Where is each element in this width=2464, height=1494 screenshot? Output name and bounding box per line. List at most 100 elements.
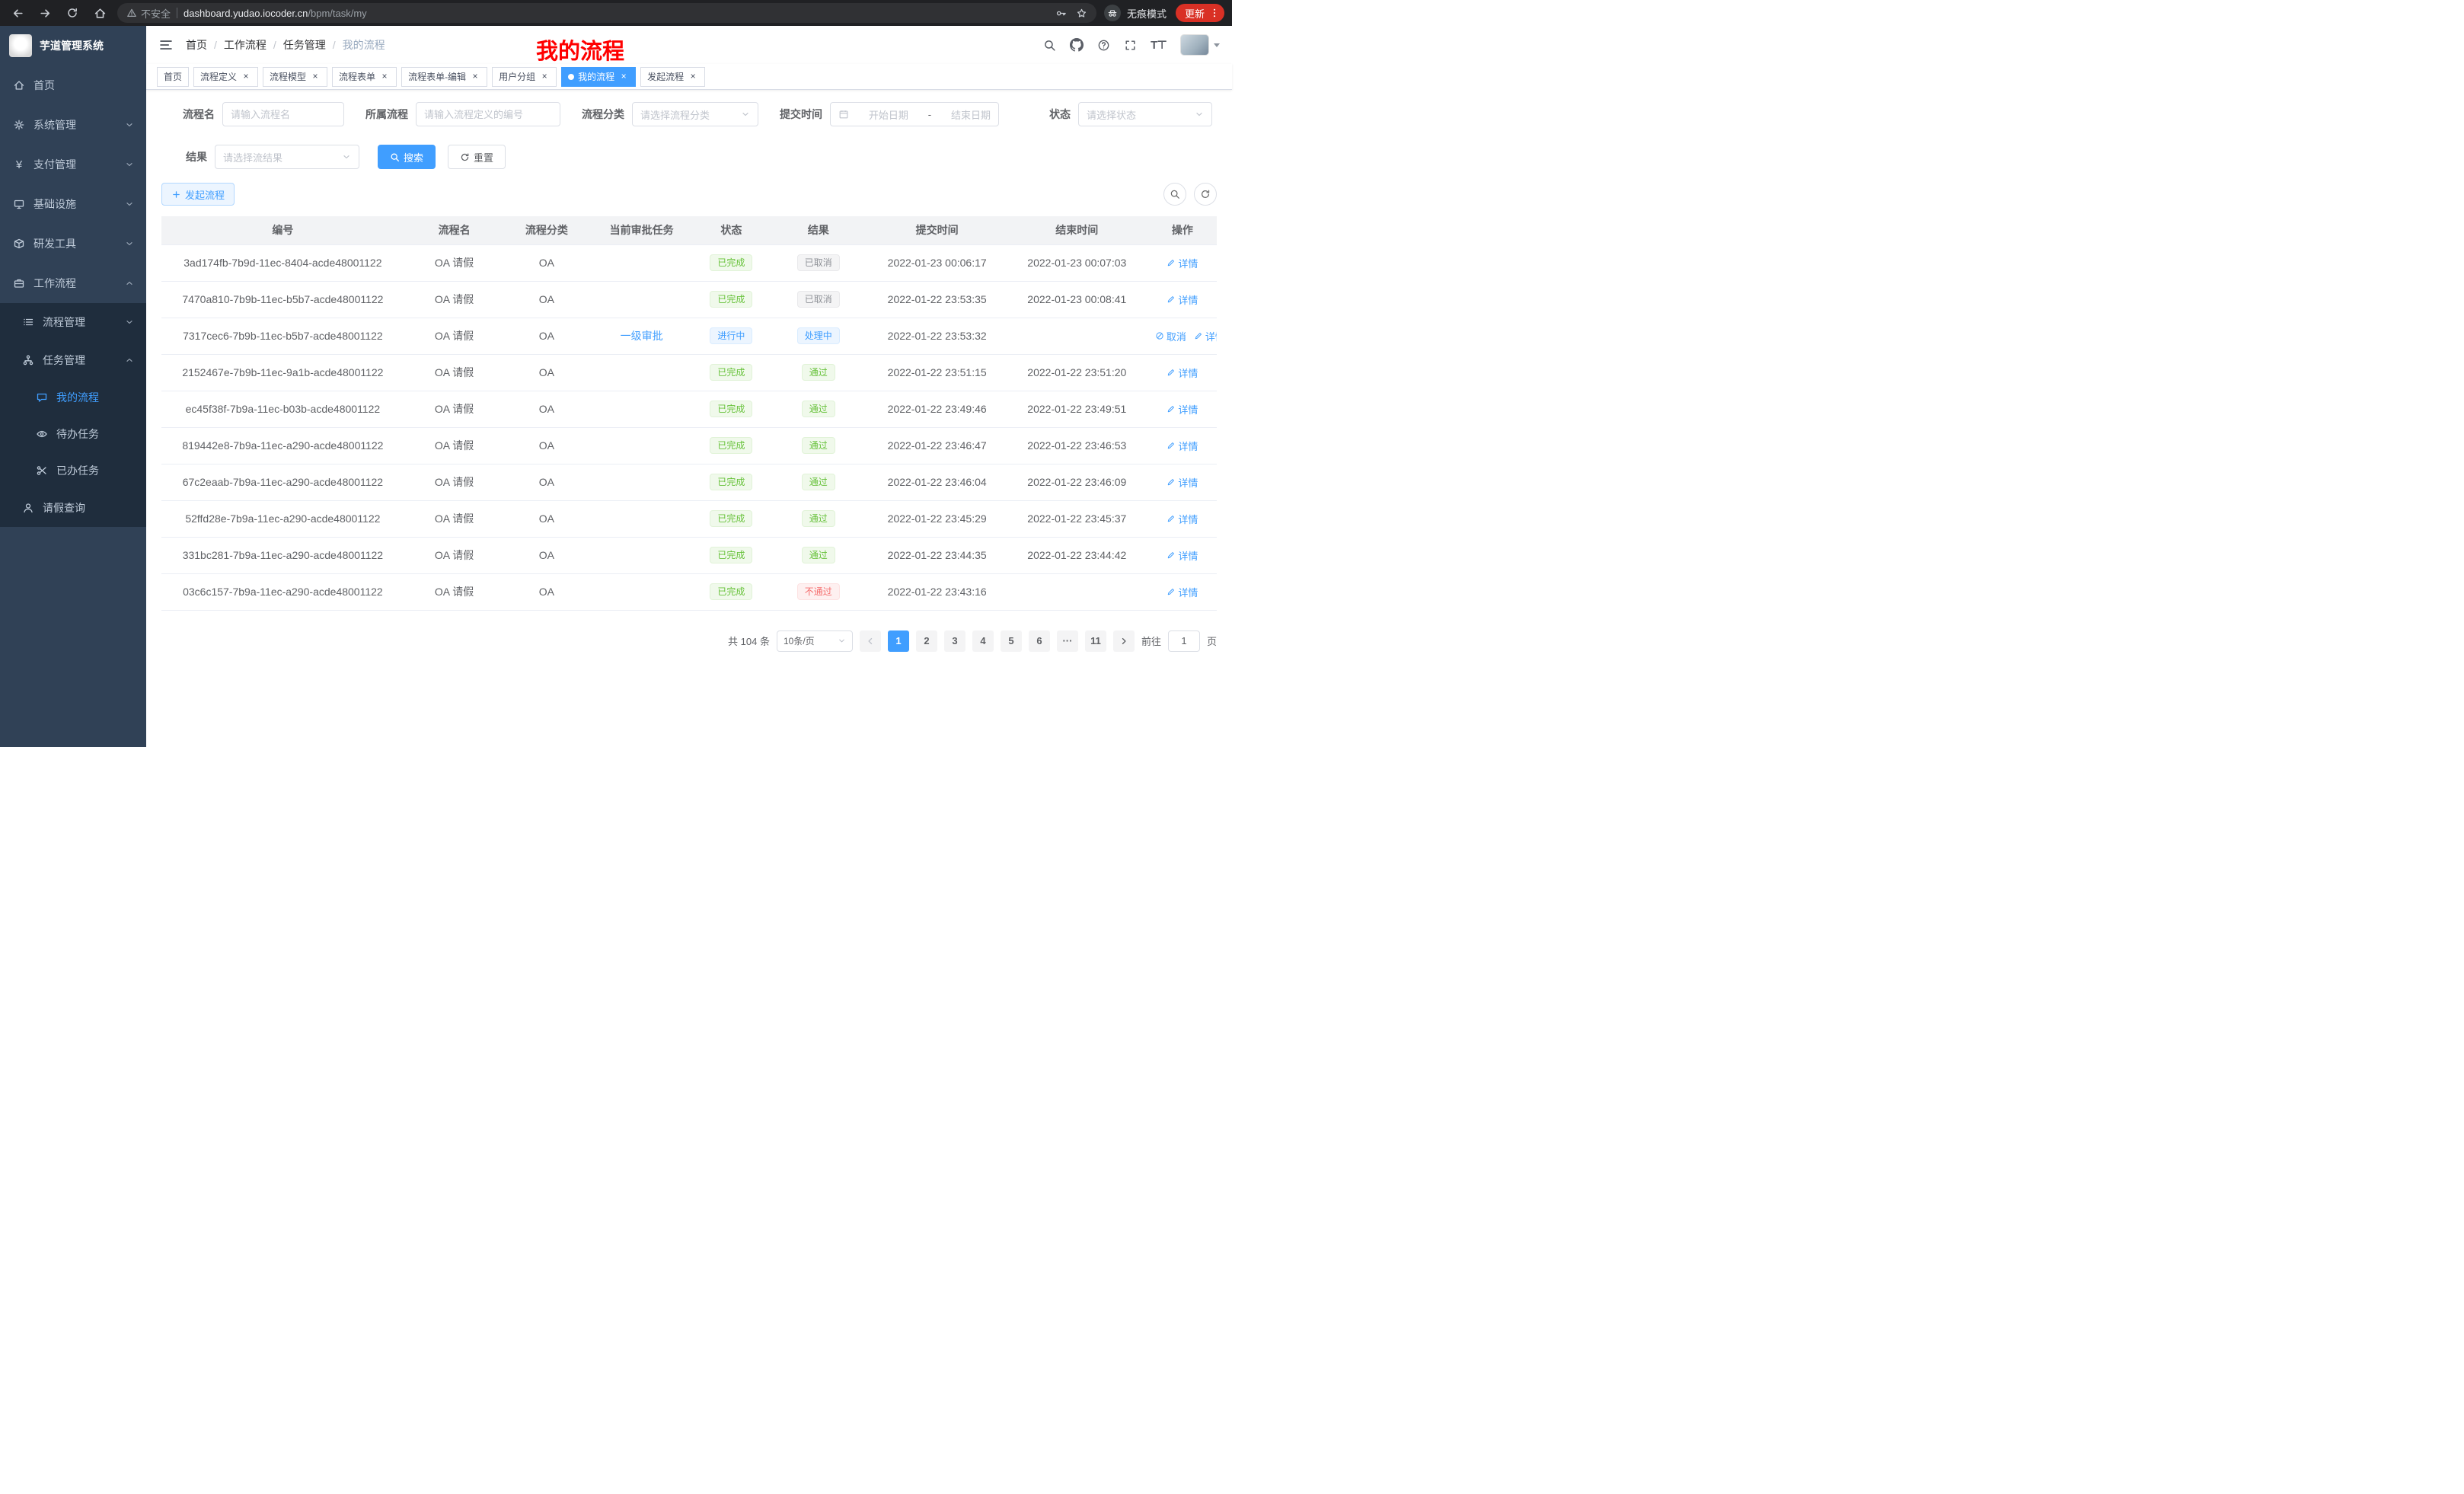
tab-process-definition[interactable]: 流程定义×: [193, 67, 258, 87]
sidebar-item-system[interactable]: 系统管理: [0, 105, 146, 145]
cell-current-task: [589, 281, 694, 318]
sidebar-item-my-process[interactable]: 我的流程: [0, 379, 146, 416]
page-button-11[interactable]: 11: [1085, 630, 1106, 652]
sidebar-item-done-tasks[interactable]: 已办任务: [0, 452, 146, 489]
sidebar-item-workflow[interactable]: 工作流程: [0, 263, 146, 303]
close-icon[interactable]: ×: [618, 72, 629, 82]
close-icon[interactable]: ×: [310, 72, 321, 82]
close-icon[interactable]: ×: [539, 72, 550, 82]
forward-icon[interactable]: [35, 3, 55, 23]
hamburger-icon[interactable]: [158, 37, 174, 53]
detail-link[interactable]: 详情: [1167, 402, 1198, 417]
reset-button[interactable]: 重置: [448, 145, 506, 169]
tab-my-process[interactable]: 我的流程×: [561, 67, 636, 87]
process-category-select[interactable]: 请选择流程分类: [632, 102, 758, 126]
breadcrumb-task-management[interactable]: 任务管理: [283, 37, 326, 53]
tab-process-form-edit[interactable]: 流程表单-编辑×: [401, 67, 487, 87]
chevron-down-icon: [1214, 43, 1220, 47]
refresh-table-button[interactable]: [1194, 183, 1217, 206]
column-end-time: 结束时间: [1006, 216, 1148, 244]
page-button-5[interactable]: 5: [1001, 630, 1022, 652]
font-size-icon[interactable]: T⊤: [1151, 38, 1167, 52]
page-button-2[interactable]: 2: [916, 630, 937, 652]
column-actions: 操作: [1148, 216, 1217, 244]
tab-process-form[interactable]: 流程表单×: [332, 67, 397, 87]
process-name-input[interactable]: [222, 102, 344, 126]
goto-page-input[interactable]: [1168, 630, 1200, 652]
detail-link[interactable]: 详情: [1167, 585, 1198, 599]
result-label: 结果: [161, 149, 207, 164]
detail-link[interactable]: 详情: [1167, 256, 1198, 270]
detail-link[interactable]: 详情: [1167, 292, 1198, 307]
sidebar-item-infrastructure[interactable]: 基础设施: [0, 184, 146, 224]
page-button-3[interactable]: 3: [944, 630, 965, 652]
tab-start-process[interactable]: 发起流程×: [640, 67, 705, 87]
close-icon[interactable]: ×: [470, 72, 480, 82]
breadcrumb-home[interactable]: 首页: [186, 37, 207, 53]
reload-icon[interactable]: [62, 3, 82, 23]
result-badge: 通过: [802, 401, 835, 417]
user-menu[interactable]: [1180, 34, 1220, 56]
sidebar-item-leave-query[interactable]: 请假查询: [0, 489, 146, 527]
chevron-up-icon: [125, 356, 134, 365]
tab-home[interactable]: 首页: [157, 67, 189, 87]
status-select[interactable]: 请选择状态: [1078, 102, 1212, 126]
result-select[interactable]: 请选择流结果: [215, 145, 359, 169]
current-task-link[interactable]: 一级审批: [621, 330, 663, 342]
cancel-link[interactable]: 取消: [1155, 329, 1186, 343]
breadcrumb-workflow[interactable]: 工作流程: [224, 37, 267, 53]
edit-icon: [1194, 331, 1203, 340]
submit-time-range-picker[interactable]: 开始日期 - 结束日期: [830, 102, 999, 126]
start-process-button[interactable]: 发起流程: [161, 183, 235, 206]
security-label: 不安全: [141, 6, 171, 21]
flow-icon: [21, 354, 35, 366]
user-avatar[interactable]: [1180, 34, 1209, 56]
search-button[interactable]: 搜索: [378, 145, 436, 169]
cell-status: 进行中: [694, 318, 768, 354]
next-page-button[interactable]: [1113, 630, 1135, 652]
page-more-button[interactable]: ···: [1057, 630, 1078, 652]
close-icon[interactable]: ×: [241, 72, 251, 82]
cell-id: 331bc281-7b9a-11ec-a290-acde48001122: [161, 537, 404, 573]
sidebar-item-payment[interactable]: ¥ 支付管理: [0, 145, 146, 184]
page-button-4[interactable]: 4: [972, 630, 994, 652]
close-icon[interactable]: ×: [688, 72, 698, 82]
github-icon[interactable]: [1070, 38, 1084, 52]
cell-id: 67c2eaab-7b9a-11ec-a290-acde48001122: [161, 464, 404, 500]
home-icon[interactable]: [90, 3, 110, 23]
tab-user-group[interactable]: 用户分组×: [492, 67, 557, 87]
show-search-button[interactable]: [1163, 183, 1186, 206]
help-icon[interactable]: [1097, 39, 1110, 52]
sidebar-item-home[interactable]: 首页: [0, 65, 146, 105]
sidebar-item-process-management[interactable]: 流程管理: [0, 303, 146, 341]
page-size-select[interactable]: 10条/页: [777, 630, 853, 652]
cell-name: OA 请假: [404, 391, 505, 427]
cell-current-task: [589, 391, 694, 427]
tab-process-model[interactable]: 流程模型×: [263, 67, 327, 87]
browser-update-button[interactable]: 更新: [1176, 4, 1224, 22]
prev-page-button[interactable]: [860, 630, 881, 652]
sidebar-item-task-management[interactable]: 任务管理: [0, 341, 146, 379]
detail-link[interactable]: 详情: [1167, 366, 1198, 380]
fullscreen-icon[interactable]: [1124, 39, 1137, 52]
close-icon[interactable]: ×: [379, 72, 390, 82]
bookmark-star-icon[interactable]: [1076, 8, 1087, 19]
app-logo[interactable]: 芋道管理系统: [0, 26, 146, 65]
address-bar[interactable]: 不安全 dashboard.yudao.iocoder.cn/bpm/task/…: [117, 3, 1096, 23]
detail-link[interactable]: 详情: [1167, 439, 1198, 453]
menu-dots-icon[interactable]: [1209, 8, 1220, 18]
detail-link[interactable]: 详情: [1167, 548, 1198, 563]
process-definition-input[interactable]: [416, 102, 560, 126]
page-button-6[interactable]: 6: [1029, 630, 1050, 652]
sidebar-item-todo-tasks[interactable]: 待办任务: [0, 416, 146, 452]
search-icon[interactable]: [1043, 39, 1056, 52]
detail-link[interactable]: 详情: [1167, 475, 1198, 490]
page-button-1[interactable]: 1: [888, 630, 909, 652]
detail-link[interactable]: 详情: [1167, 512, 1198, 526]
detail-link[interactable]: 详情: [1194, 329, 1217, 343]
cell-end-time: 2022-01-23 00:08:41: [1006, 281, 1148, 318]
back-icon[interactable]: [8, 3, 27, 23]
sidebar-item-devtools[interactable]: 研发工具: [0, 224, 146, 263]
security-status[interactable]: 不安全: [126, 6, 171, 21]
key-icon[interactable]: [1055, 8, 1067, 19]
